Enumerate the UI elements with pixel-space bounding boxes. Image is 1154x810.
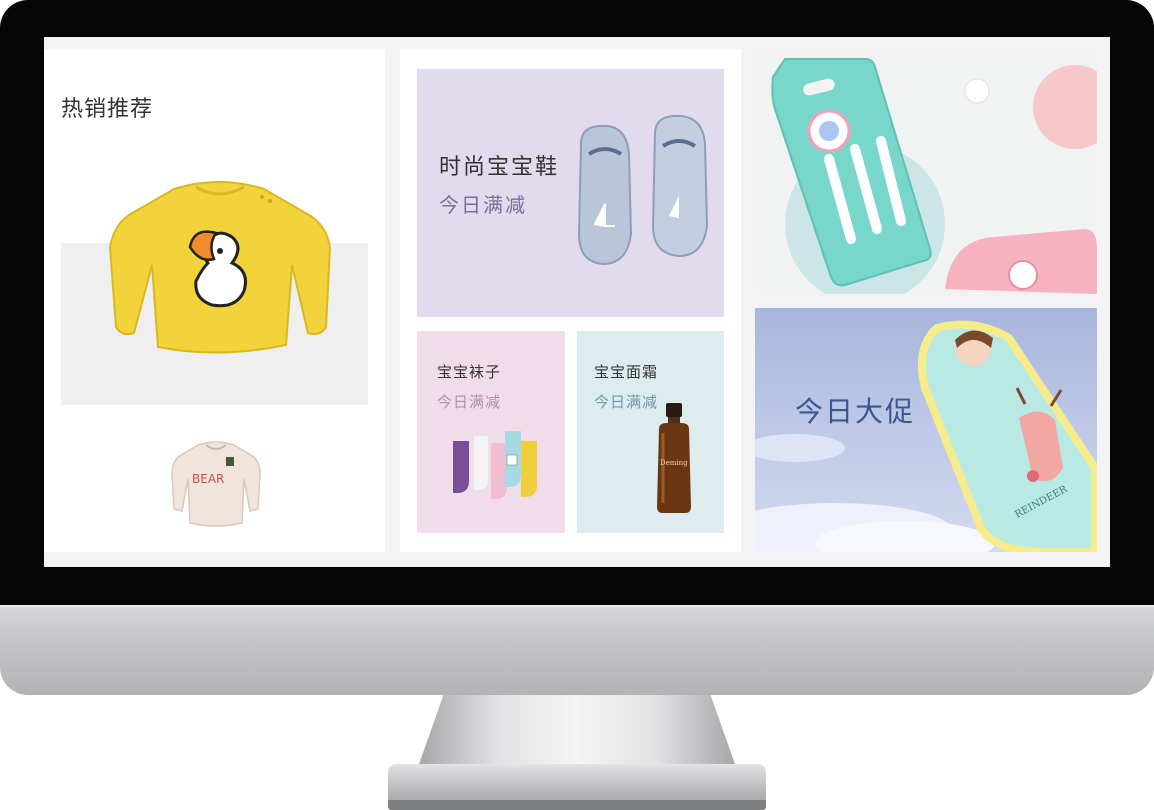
baby-shoes-title: 时尚宝宝鞋 [439, 155, 560, 180]
monitor-stand-neck [418, 695, 736, 767]
monitor-stand-base-edge [388, 800, 766, 810]
play-fence-card[interactable] [755, 49, 1097, 294]
baby-cream-subtitle: 今日满减 [594, 393, 659, 411]
baby-cream-card[interactable]: 宝宝面霜 今日满减 Deming [577, 331, 724, 533]
hot-recommend-title: 热销推荐 [61, 97, 154, 122]
baby-cream-title: 宝宝面霜 [594, 363, 659, 381]
big-promo-card[interactable]: REINDEER 今日大促 [755, 308, 1097, 552]
baby-shoes-image [577, 114, 709, 266]
monitor-chin [0, 605, 1154, 695]
beige-bear-shirt-image[interactable]: BEAR [170, 439, 262, 529]
bottle-label-text: Deming [660, 459, 688, 467]
baby-socks-card[interactable]: 宝宝袜子 今日满减 [417, 331, 565, 533]
big-promo-title: 今日大促 [795, 395, 916, 428]
play-fence-image [771, 58, 1097, 294]
baby-socks-image [453, 431, 537, 499]
yellow-duck-shirt-image[interactable] [104, 167, 334, 367]
sleeping-bag-image: REINDEER [755, 320, 1097, 552]
bear-print-text: BEAR [192, 472, 224, 486]
amber-bottle-image: Deming [657, 403, 691, 513]
baby-shoes-card[interactable]: 时尚宝宝鞋 今日满减 [417, 69, 724, 317]
baby-socks-title: 宝宝袜子 [437, 363, 502, 381]
baby-socks-subtitle: 今日满减 [437, 393, 502, 411]
category-panel: 时尚宝宝鞋 今日满减 宝宝袜子 今日满减 宝宝面霜 今日满减 Deming [400, 49, 741, 552]
monitor: 热销推荐 BEAR 时尚宝宝鞋 今日满减 宝宝袜子 今日满减 宝宝面霜 今日满减… [0, 0, 1154, 810]
screen: 热销推荐 BEAR 时尚宝宝鞋 今日满减 宝宝袜子 今日满减 宝宝面霜 今日满减… [44, 37, 1110, 567]
hot-recommend-panel: 热销推荐 BEAR [44, 49, 385, 552]
baby-shoes-subtitle: 今日满减 [439, 193, 527, 217]
